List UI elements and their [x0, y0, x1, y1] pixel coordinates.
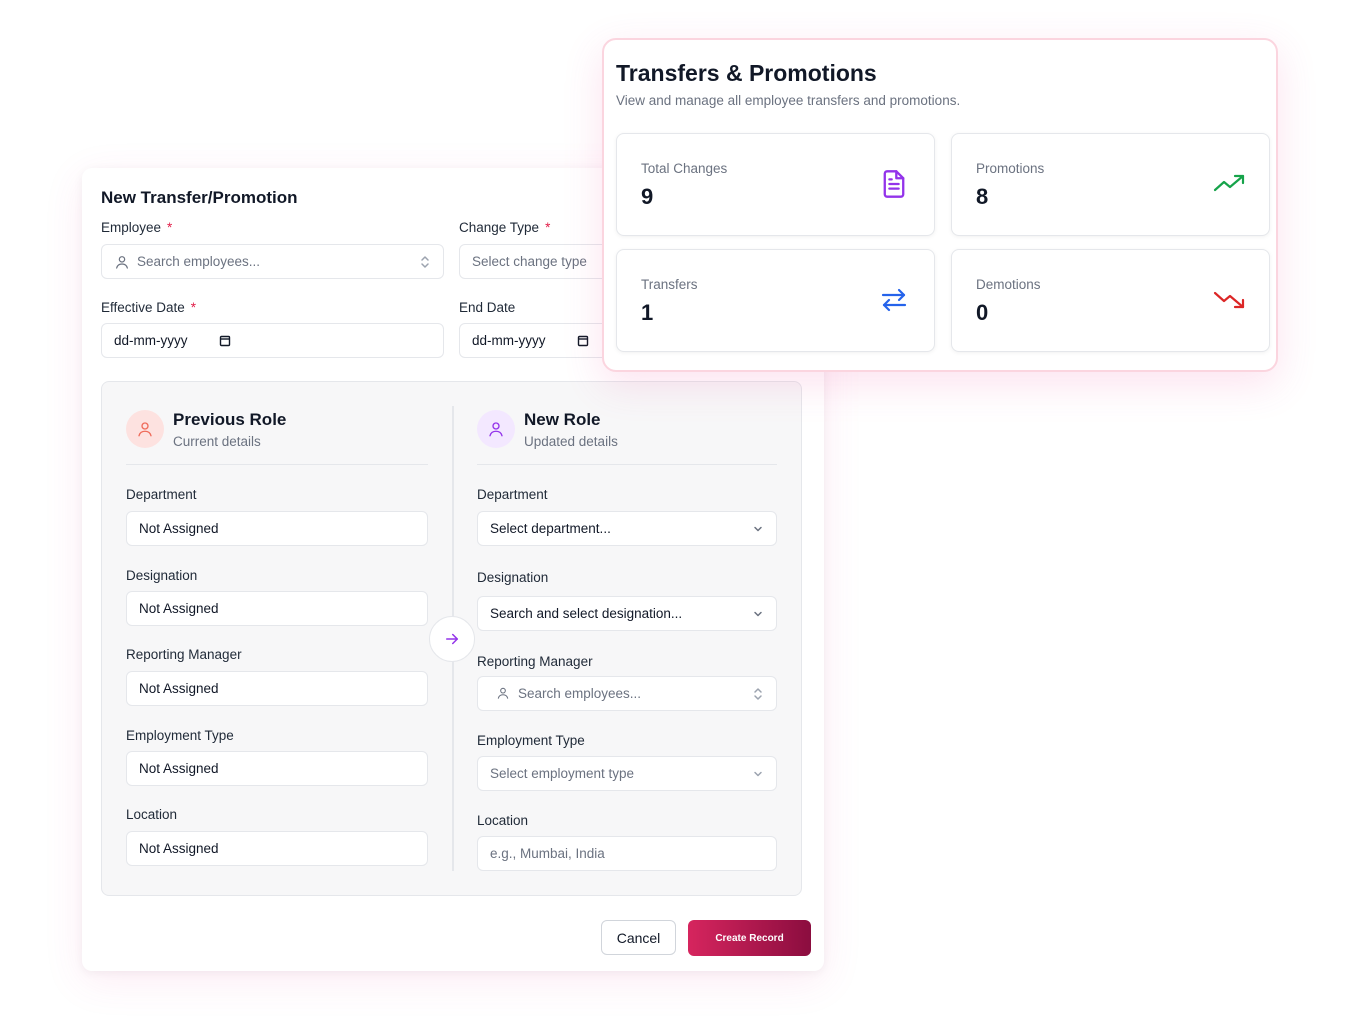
- end-date-label: End Date: [459, 300, 516, 315]
- stats-overview-card: Transfers & Promotions View and manage a…: [602, 38, 1278, 372]
- chevron-down-icon: [752, 523, 764, 535]
- stat-label: Promotions: [976, 161, 1045, 176]
- document-icon: [878, 168, 910, 200]
- arrow-right-icon: [446, 633, 458, 645]
- header-divider: [477, 464, 777, 465]
- stat-card-demotions[interactable]: Demotions 0: [951, 249, 1270, 352]
- new-department-select[interactable]: Select department...: [477, 511, 777, 546]
- new-location-placeholder: e.g., Mumbai, India: [490, 846, 605, 861]
- stat-value: 8: [976, 184, 989, 209]
- previous-role-avatar: [126, 410, 164, 448]
- employee-label: Employee *: [101, 220, 172, 235]
- swap-arrows-icon: [878, 284, 910, 316]
- previous-manager-value: Not Assigned: [126, 671, 428, 706]
- calendar-icon[interactable]: [577, 334, 589, 350]
- previous-location-label: Location: [126, 807, 178, 822]
- effective-date-label: Effective Date *: [101, 300, 196, 315]
- chevrons-up-down-icon: [752, 687, 764, 701]
- create-record-button[interactable]: Create Record: [688, 920, 811, 956]
- stat-label: Transfers: [641, 277, 698, 292]
- cancel-button[interactable]: Cancel: [601, 920, 676, 955]
- employee-placeholder: Search employees...: [137, 254, 261, 269]
- stat-card-promotions[interactable]: Promotions 8: [951, 133, 1270, 236]
- previous-department-label: Department: [126, 487, 197, 502]
- change-type-label: Change Type *: [459, 220, 550, 235]
- user-icon: [496, 686, 512, 702]
- stat-label: Demotions: [976, 277, 1041, 292]
- new-department-label: Department: [477, 487, 548, 502]
- new-role-avatar: [477, 410, 515, 448]
- user-icon: [138, 422, 152, 437]
- new-designation-label: Designation: [477, 570, 549, 585]
- previous-employment-type-label: Employment Type: [126, 728, 234, 743]
- new-location-input[interactable]: e.g., Mumbai, India: [477, 836, 777, 871]
- trending-up-icon: [1213, 168, 1245, 200]
- stat-value: 1: [641, 300, 654, 325]
- stat-label: Total Changes: [641, 161, 728, 176]
- new-employment-type-label: Employment Type: [477, 733, 585, 748]
- end-date-value: dd-mm-yyyy: [472, 333, 546, 348]
- new-role-title: New Role: [524, 410, 601, 429]
- previous-location-value: Not Assigned: [126, 831, 428, 866]
- change-type-placeholder: Select change type: [472, 254, 587, 269]
- new-department-value: Select department...: [490, 521, 611, 536]
- previous-role-title: Previous Role: [173, 410, 287, 429]
- employee-label-text: Employee: [101, 220, 162, 235]
- new-role-subtitle: Updated details: [524, 434, 618, 449]
- previous-department-value: Not Assigned: [126, 511, 428, 546]
- previous-designation-label: Designation: [126, 568, 198, 583]
- required-mark: *: [167, 220, 173, 235]
- effective-date-value: dd-mm-yyyy: [114, 333, 188, 348]
- stat-card-transfers[interactable]: Transfers 1: [616, 249, 935, 352]
- new-manager-label: Reporting Manager: [477, 654, 593, 669]
- change-type-label-text: Change Type: [459, 220, 540, 235]
- new-designation-value: Search and select designation...: [490, 606, 683, 621]
- calendar-icon[interactable]: [219, 334, 231, 350]
- chevrons-up-down-icon: [419, 255, 431, 269]
- chevron-down-icon: [752, 608, 764, 620]
- user-icon: [489, 422, 503, 437]
- trending-down-icon: [1213, 284, 1245, 316]
- new-manager-placeholder: Search employees...: [518, 686, 642, 701]
- chevron-down-icon: [752, 768, 764, 780]
- required-mark: *: [190, 300, 197, 315]
- previous-manager-label: Reporting Manager: [126, 647, 242, 662]
- stats-subtitle: View and manage all employee transfers a…: [616, 93, 961, 108]
- stats-title: Transfers & Promotions: [616, 60, 877, 86]
- previous-employment-type-value: Not Assigned: [126, 751, 428, 786]
- role-comparison-panel: Previous Role Current details Department…: [101, 381, 802, 896]
- new-location-label: Location: [477, 813, 529, 828]
- transition-arrow: [429, 616, 475, 662]
- new-manager-search-input[interactable]: Search employees...: [477, 676, 777, 711]
- user-icon: [114, 254, 130, 270]
- required-mark: *: [545, 220, 551, 235]
- stat-value: 9: [641, 184, 654, 209]
- new-designation-select[interactable]: Search and select designation...: [477, 596, 777, 631]
- previous-role-subtitle: Current details: [173, 434, 261, 449]
- header-divider: [126, 464, 428, 465]
- employee-search-input[interactable]: Search employees...: [101, 244, 444, 279]
- form-title: New Transfer/Promotion: [101, 188, 298, 207]
- stat-value: 0: [976, 300, 989, 325]
- stat-card-total-changes[interactable]: Total Changes 9: [616, 133, 935, 236]
- new-employment-type-select[interactable]: Select employment type: [477, 756, 777, 791]
- effective-date-label-text: Effective Date: [101, 300, 185, 315]
- effective-date-input[interactable]: dd-mm-yyyy: [101, 323, 444, 358]
- new-employment-type-placeholder: Select employment type: [490, 766, 635, 781]
- previous-designation-value: Not Assigned: [126, 591, 428, 626]
